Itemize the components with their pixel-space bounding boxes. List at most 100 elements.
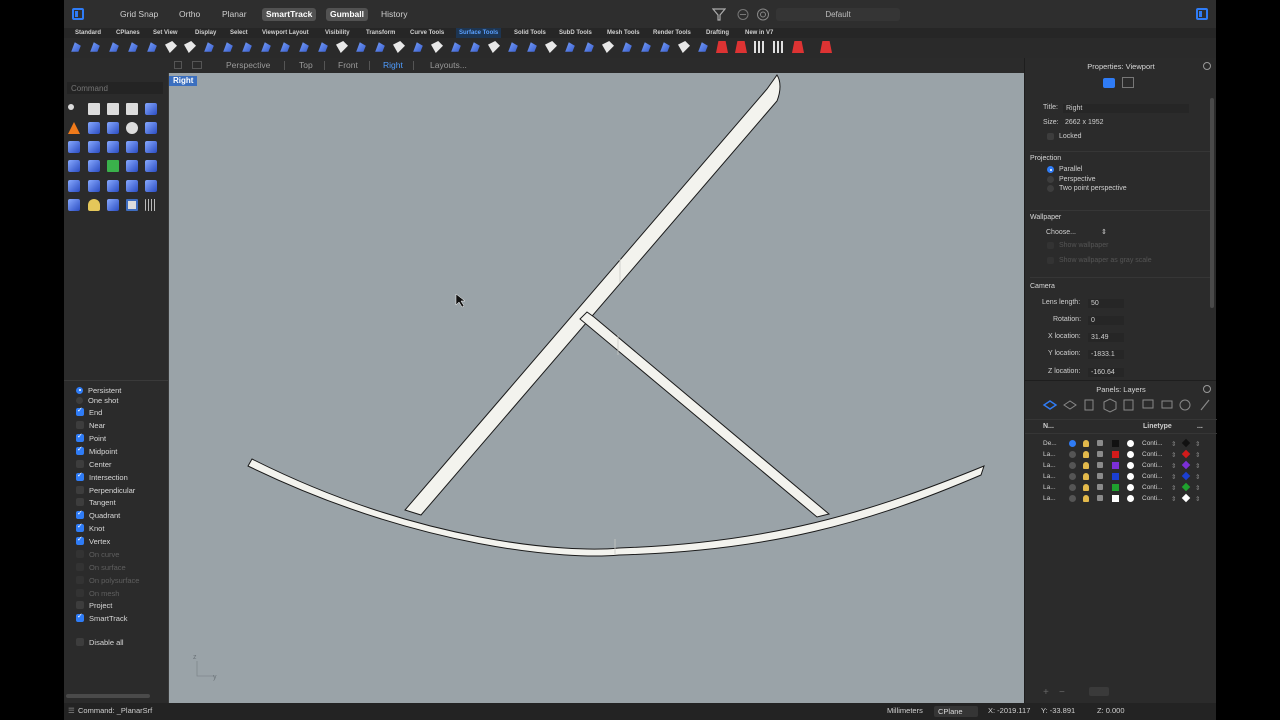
surface-from-points-icon[interactable] bbox=[71, 42, 81, 52]
tab-cplanes[interactable]: CPlanes bbox=[113, 28, 143, 38]
arc-icon[interactable] bbox=[68, 141, 80, 153]
surface-isocurve-icon[interactable] bbox=[754, 41, 766, 53]
box-icon[interactable] bbox=[88, 122, 100, 134]
surface-chamfer-icon[interactable] bbox=[336, 41, 348, 53]
tab-standard[interactable]: Standard bbox=[72, 28, 104, 38]
block-icon[interactable] bbox=[126, 199, 138, 211]
right-viewport[interactable]: Right z y bbox=[168, 73, 1024, 703]
osnap-end[interactable]: End bbox=[76, 406, 102, 418]
lens-length-field[interactable]: 50 bbox=[1088, 299, 1124, 308]
cap-icon[interactable] bbox=[145, 180, 157, 192]
viewport-grid-icon[interactable] bbox=[174, 61, 182, 69]
current-layer-icon[interactable] bbox=[1069, 451, 1076, 458]
locked-checkbox[interactable]: Locked bbox=[1047, 133, 1082, 140]
add-layer-button[interactable]: + bbox=[1043, 687, 1049, 698]
surface-explode-icon[interactable] bbox=[660, 42, 670, 52]
print-color-icon[interactable] bbox=[1181, 438, 1191, 448]
print-color-icon[interactable] bbox=[1181, 471, 1191, 481]
tab-solid-tools[interactable]: Solid Tools bbox=[511, 28, 549, 38]
tab-subd-tools[interactable]: SubD Tools bbox=[556, 28, 595, 38]
layer-color-swatch[interactable] bbox=[1112, 495, 1119, 502]
tab-mesh-tools[interactable]: Mesh Tools bbox=[604, 28, 643, 38]
osnap-vertex[interactable]: Vertex bbox=[76, 535, 110, 547]
mirror-icon[interactable] bbox=[126, 160, 138, 172]
surface-split-icon[interactable] bbox=[451, 42, 461, 52]
osnap-perpendicular[interactable]: Perpendicular bbox=[76, 484, 135, 496]
osnap-disable-all[interactable]: Disable all bbox=[76, 636, 124, 648]
print-color-icon[interactable] bbox=[1181, 449, 1191, 459]
surface-edge-icon[interactable] bbox=[602, 41, 614, 53]
tab-curve-tools[interactable]: Curve Tools bbox=[407, 28, 447, 38]
left-panel-scrollbar[interactable] bbox=[66, 694, 150, 698]
surface-unroll-icon[interactable] bbox=[470, 42, 480, 52]
tab-visibility[interactable]: Visibility bbox=[322, 28, 353, 38]
osnap-icon[interactable] bbox=[736, 8, 750, 21]
layer-row[interactable]: La... Conti... ⇕ ⇕ bbox=[1025, 460, 1217, 472]
layer-name[interactable]: La... bbox=[1043, 484, 1056, 491]
visibility-bulb-icon[interactable] bbox=[1083, 484, 1089, 491]
target-icon[interactable] bbox=[756, 8, 770, 21]
viewport-single-icon[interactable] bbox=[192, 61, 202, 69]
scale-icon[interactable] bbox=[107, 160, 119, 172]
visibility-bulb-icon[interactable] bbox=[1083, 462, 1089, 469]
surface-patch-icon[interactable] bbox=[165, 41, 177, 53]
tab-right[interactable]: Right bbox=[383, 60, 403, 71]
rotation-field[interactable]: 0 bbox=[1088, 316, 1124, 325]
surface-rebuild-icon[interactable] bbox=[413, 42, 423, 52]
lock-icon[interactable] bbox=[1097, 440, 1103, 446]
projection-parallel[interactable]: Parallel bbox=[1047, 166, 1082, 173]
layer-color-swatch[interactable] bbox=[1112, 484, 1119, 491]
tab-layouts[interactable]: Layouts... bbox=[430, 60, 467, 71]
layer-color-swatch[interactable] bbox=[1112, 451, 1119, 458]
tab-new-in-v7[interactable]: New in V7 bbox=[742, 28, 776, 38]
boolean-union-icon[interactable] bbox=[68, 180, 80, 192]
material-icon[interactable] bbox=[1127, 484, 1134, 491]
surface-extend-icon[interactable] bbox=[356, 42, 366, 52]
select-arrow-icon[interactable] bbox=[68, 104, 74, 110]
projection-perspective[interactable]: Perspective bbox=[1047, 176, 1096, 183]
material-icon[interactable] bbox=[1127, 462, 1134, 469]
layer-options-button[interactable] bbox=[1089, 687, 1109, 696]
render-icon[interactable] bbox=[107, 199, 119, 211]
gear-icon[interactable] bbox=[1203, 385, 1211, 393]
tab-display[interactable]: Display bbox=[192, 28, 219, 38]
surface-heightfield-icon[interactable] bbox=[584, 42, 594, 52]
layer-name[interactable]: La... bbox=[1043, 473, 1056, 480]
surface-extrude-icon[interactable] bbox=[128, 42, 138, 52]
surface-blend-icon[interactable] bbox=[280, 42, 290, 52]
surface-loft-icon[interactable] bbox=[147, 42, 157, 52]
tab-front[interactable]: Front bbox=[338, 60, 358, 71]
current-layer-icon[interactable] bbox=[1069, 440, 1076, 447]
surface-env-map-icon[interactable] bbox=[820, 41, 832, 53]
material-icon[interactable] bbox=[1127, 473, 1134, 480]
osnap-project[interactable]: Project bbox=[76, 599, 112, 611]
surface-flow-icon[interactable] bbox=[488, 41, 500, 53]
current-layer-icon[interactable] bbox=[1069, 473, 1076, 480]
polyline-icon[interactable] bbox=[107, 103, 119, 115]
light-icon[interactable] bbox=[88, 199, 100, 211]
tab-drafting[interactable]: Drafting bbox=[703, 28, 732, 38]
material-icon[interactable] bbox=[1127, 495, 1134, 502]
col-more-header[interactable]: ... bbox=[1197, 423, 1203, 430]
title-field[interactable]: Right bbox=[1063, 104, 1189, 113]
lock-icon[interactable] bbox=[1097, 484, 1103, 490]
circle-icon[interactable] bbox=[126, 122, 138, 134]
material-icon[interactable] bbox=[1127, 451, 1134, 458]
extrude-icon[interactable] bbox=[126, 141, 138, 153]
boolean-difference-icon[interactable] bbox=[88, 180, 100, 192]
gumball-button[interactable]: Gumball bbox=[326, 8, 369, 21]
ortho-button[interactable]: Ortho bbox=[175, 8, 204, 21]
visibility-bulb-icon[interactable] bbox=[1083, 473, 1089, 480]
tab-perspective[interactable]: Perspective bbox=[226, 60, 270, 71]
osnap-oneshot[interactable]: One shot bbox=[76, 394, 118, 406]
cylinder-icon[interactable] bbox=[107, 122, 119, 134]
sidebar-toggle-icon[interactable] bbox=[72, 8, 84, 20]
surface-planar-icon[interactable] bbox=[184, 41, 196, 53]
surface-check-icon[interactable] bbox=[735, 41, 747, 53]
y-location-field[interactable]: -1833.1 bbox=[1088, 350, 1124, 359]
layer-row[interactable]: La... Conti... ⇕ ⇕ bbox=[1025, 471, 1217, 483]
lock-icon[interactable] bbox=[1097, 473, 1103, 479]
visibility-bulb-icon[interactable] bbox=[1083, 451, 1089, 458]
surface-sweep2-icon[interactable] bbox=[242, 42, 252, 52]
object-icon[interactable] bbox=[1122, 77, 1134, 88]
